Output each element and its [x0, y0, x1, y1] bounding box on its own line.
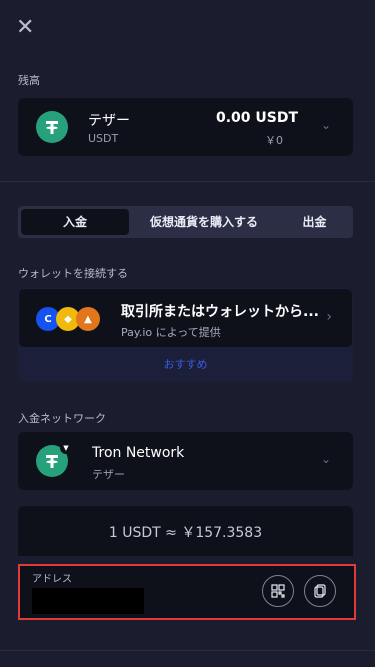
tron-badge-icon: ▼ — [60, 442, 72, 454]
divider — [0, 181, 375, 182]
asset-name: テザー — [88, 113, 130, 129]
network-section-label: 入金ネットワーク — [18, 412, 106, 425]
balance-amount: 0.00 USDT — [215, 110, 298, 126]
asset-code: USDT — [88, 132, 119, 145]
wallet-option[interactable]: C ◆ ▲ 取引所またはウォレットから... Pay.io によって提供 › — [19, 289, 352, 347]
tether-icon — [36, 111, 68, 143]
metamask-icon: ▲ — [76, 307, 100, 331]
exchange-rate: 1 USDT ≈ ￥157.3583 — [108, 525, 263, 541]
copy-icon[interactable] — [304, 575, 336, 607]
balance-card[interactable]: テザー USDT 0.00 USDT ￥0 ⌄ — [18, 98, 353, 156]
tab-withdraw[interactable]: 出金 — [279, 209, 350, 235]
wallet-section-label: ウォレットを接続する — [18, 267, 128, 280]
network-name: Tron Network — [92, 445, 185, 461]
close-icon[interactable]: ✕ — [16, 17, 36, 39]
tab-buy-crypto[interactable]: 仮想通貨を購入する — [129, 209, 279, 235]
qr-code-icon[interactable] — [262, 575, 294, 607]
network-sub: テザー — [92, 468, 125, 481]
balance-label: 残高 — [18, 74, 40, 87]
network-select[interactable]: ▼ Tron Network テザー ⌄ — [18, 432, 353, 490]
tab-bar: 入金 仮想通貨を購入する 出金 — [18, 206, 353, 238]
wallet-connect-card[interactable]: C ◆ ▲ 取引所またはウォレットから... Pay.io によって提供 › お… — [18, 288, 353, 382]
chevron-right-icon: › — [326, 309, 332, 325]
address-value-redacted — [32, 588, 144, 614]
address-label: アドレス — [32, 574, 72, 585]
recommended-badge: おすすめ — [163, 358, 208, 371]
tab-deposit[interactable]: 入金 — [21, 209, 129, 235]
rate-card: 1 USDT ≈ ￥157.3583 — [18, 506, 353, 556]
address-box: アドレス — [18, 564, 356, 620]
tether-tron-icon: ▼ — [36, 442, 72, 477]
chevron-down-icon: ⌄ — [320, 118, 331, 132]
wallet-title: 取引所またはウォレットから... — [121, 304, 319, 320]
chevron-down-icon: ⌄ — [320, 452, 331, 466]
divider — [0, 650, 375, 651]
balance-fiat: ￥0 — [265, 134, 283, 147]
wallet-provider: Pay.io によって提供 — [121, 326, 221, 339]
